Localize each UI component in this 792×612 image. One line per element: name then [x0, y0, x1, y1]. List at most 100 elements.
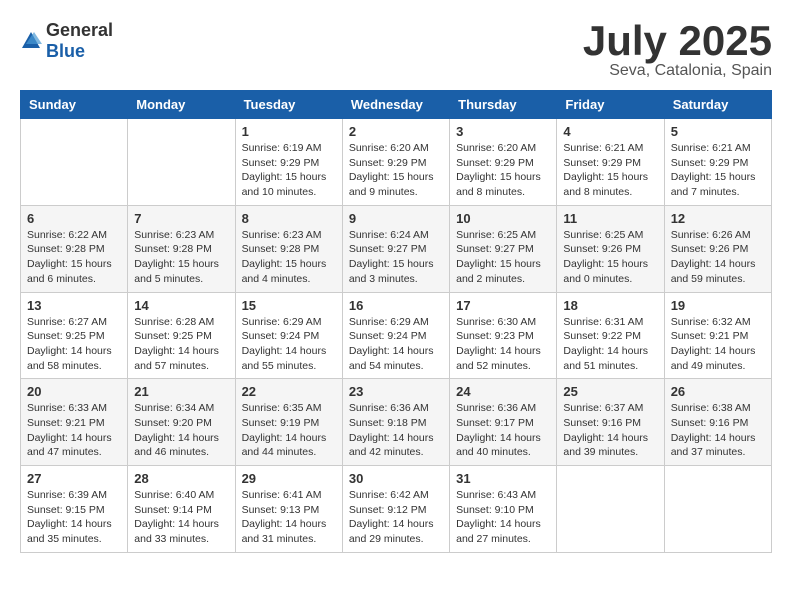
day-info: Sunrise: 6:28 AM Sunset: 9:25 PM Dayligh…	[134, 315, 228, 374]
calendar-cell: 21 Sunrise: 6:34 AM Sunset: 9:20 PM Dayli…	[128, 379, 235, 466]
day-info: Sunrise: 6:22 AM Sunset: 9:28 PM Dayligh…	[27, 228, 121, 287]
calendar-cell: 23 Sunrise: 6:36 AM Sunset: 9:18 PM Dayli…	[342, 379, 449, 466]
day-number: 31	[456, 471, 550, 486]
calendar-week-2: 6 Sunrise: 6:22 AM Sunset: 9:28 PM Daylig…	[21, 205, 772, 292]
day-number: 11	[563, 211, 657, 226]
calendar-cell: 1 Sunrise: 6:19 AM Sunset: 9:29 PM Daylig…	[235, 119, 342, 206]
calendar-cell	[664, 466, 771, 553]
day-info: Sunrise: 6:29 AM Sunset: 9:24 PM Dayligh…	[349, 315, 443, 374]
calendar-cell: 13Sunrise: 6:27 AM Sunset: 9:25 PM Dayli…	[21, 292, 128, 379]
day-number: 5	[671, 124, 765, 139]
day-number: 8	[242, 211, 336, 226]
day-info: Sunrise: 6:29 AM Sunset: 9:24 PM Dayligh…	[242, 315, 336, 374]
calendar-cell: 18Sunrise: 6:31 AM Sunset: 9:22 PM Dayli…	[557, 292, 664, 379]
calendar-week-5: 27 Sunrise: 6:39 AM Sunset: 9:15 PM Dayli…	[21, 466, 772, 553]
day-info: Sunrise: 6:38 AM Sunset: 9:16 PM Dayligh…	[671, 401, 765, 460]
weekday-header-sunday: Sunday	[21, 91, 128, 119]
calendar-cell: 22 Sunrise: 6:35 AM Sunset: 9:19 PM Dayli…	[235, 379, 342, 466]
day-info: Sunrise: 6:19 AM Sunset: 9:29 PM Dayligh…	[242, 141, 336, 200]
logo-general-text: General	[46, 20, 113, 40]
day-number: 3	[456, 124, 550, 139]
day-number: 25	[563, 384, 657, 399]
calendar-cell: 17Sunrise: 6:30 AM Sunset: 9:23 PM Dayli…	[450, 292, 557, 379]
day-number: 16	[349, 298, 443, 313]
day-number: 28	[134, 471, 228, 486]
day-info: Sunrise: 6:33 AM Sunset: 9:21 PM Dayligh…	[27, 401, 121, 460]
calendar-cell: 10Sunrise: 6:25 AM Sunset: 9:27 PM Dayli…	[450, 205, 557, 292]
day-number: 23	[349, 384, 443, 399]
calendar-cell	[128, 119, 235, 206]
calendar-cell: 26 Sunrise: 6:38 AM Sunset: 9:16 PM Dayli…	[664, 379, 771, 466]
day-info: Sunrise: 6:24 AM Sunset: 9:27 PM Dayligh…	[349, 228, 443, 287]
day-number: 22	[242, 384, 336, 399]
calendar-cell: 20Sunrise: 6:33 AM Sunset: 9:21 PM Dayli…	[21, 379, 128, 466]
day-number: 27	[27, 471, 121, 486]
day-info: Sunrise: 6:21 AM Sunset: 9:29 PM Dayligh…	[671, 141, 765, 200]
day-info: Sunrise: 6:23 AM Sunset: 9:28 PM Dayligh…	[242, 228, 336, 287]
calendar: SundayMondayTuesdayWednesdayThursdayFrid…	[20, 90, 772, 553]
day-number: 30	[349, 471, 443, 486]
calendar-cell: 30 Sunrise: 6:42 AM Sunset: 9:12 PM Dayli…	[342, 466, 449, 553]
weekday-header-monday: Monday	[128, 91, 235, 119]
day-info: Sunrise: 6:32 AM Sunset: 9:21 PM Dayligh…	[671, 315, 765, 374]
calendar-cell: 27 Sunrise: 6:39 AM Sunset: 9:15 PM Dayli…	[21, 466, 128, 553]
day-info: Sunrise: 6:34 AM Sunset: 9:20 PM Dayligh…	[134, 401, 228, 460]
calendar-cell: 11 Sunrise: 6:25 AM Sunset: 9:26 PM Dayli…	[557, 205, 664, 292]
day-info: Sunrise: 6:35 AM Sunset: 9:19 PM Dayligh…	[242, 401, 336, 460]
calendar-cell: 9 Sunrise: 6:24 AM Sunset: 9:27 PM Daylig…	[342, 205, 449, 292]
calendar-cell: 25 Sunrise: 6:37 AM Sunset: 9:16 PM Dayli…	[557, 379, 664, 466]
calendar-week-1: 1 Sunrise: 6:19 AM Sunset: 9:29 PM Daylig…	[21, 119, 772, 206]
day-info: Sunrise: 6:39 AM Sunset: 9:15 PM Dayligh…	[27, 488, 121, 547]
weekday-header-saturday: Saturday	[664, 91, 771, 119]
logo-icon	[20, 30, 42, 52]
day-info: Sunrise: 6:43 AM Sunset: 9:10 PM Dayligh…	[456, 488, 550, 547]
day-number: 21	[134, 384, 228, 399]
calendar-cell: 16 Sunrise: 6:29 AM Sunset: 9:24 PM Dayli…	[342, 292, 449, 379]
day-number: 24	[456, 384, 550, 399]
day-number: 7	[134, 211, 228, 226]
calendar-cell: 7Sunrise: 6:23 AM Sunset: 9:28 PM Daylig…	[128, 205, 235, 292]
day-number: 29	[242, 471, 336, 486]
day-number: 4	[563, 124, 657, 139]
day-number: 15	[242, 298, 336, 313]
day-number: 1	[242, 124, 336, 139]
day-info: Sunrise: 6:36 AM Sunset: 9:18 PM Dayligh…	[349, 401, 443, 460]
day-number: 26	[671, 384, 765, 399]
header: General Blue July 2025 Seva, Catalonia, …	[20, 20, 772, 80]
day-number: 10	[456, 211, 550, 226]
calendar-week-4: 20Sunrise: 6:33 AM Sunset: 9:21 PM Dayli…	[21, 379, 772, 466]
day-number: 13	[27, 298, 121, 313]
day-number: 19	[671, 298, 765, 313]
day-info: Sunrise: 6:20 AM Sunset: 9:29 PM Dayligh…	[456, 141, 550, 200]
calendar-cell: 29Sunrise: 6:41 AM Sunset: 9:13 PM Dayli…	[235, 466, 342, 553]
calendar-cell: 5 Sunrise: 6:21 AM Sunset: 9:29 PM Daylig…	[664, 119, 771, 206]
calendar-cell: 4 Sunrise: 6:21 AM Sunset: 9:29 PM Daylig…	[557, 119, 664, 206]
weekday-header-friday: Friday	[557, 91, 664, 119]
day-number: 14	[134, 298, 228, 313]
calendar-cell: 15 Sunrise: 6:29 AM Sunset: 9:24 PM Dayli…	[235, 292, 342, 379]
day-info: Sunrise: 6:37 AM Sunset: 9:16 PM Dayligh…	[563, 401, 657, 460]
day-info: Sunrise: 6:42 AM Sunset: 9:12 PM Dayligh…	[349, 488, 443, 547]
calendar-cell: 6 Sunrise: 6:22 AM Sunset: 9:28 PM Daylig…	[21, 205, 128, 292]
day-info: Sunrise: 6:25 AM Sunset: 9:26 PM Dayligh…	[563, 228, 657, 287]
day-number: 6	[27, 211, 121, 226]
day-info: Sunrise: 6:20 AM Sunset: 9:29 PM Dayligh…	[349, 141, 443, 200]
day-number: 12	[671, 211, 765, 226]
calendar-cell: 19 Sunrise: 6:32 AM Sunset: 9:21 PM Dayli…	[664, 292, 771, 379]
calendar-cell	[21, 119, 128, 206]
weekday-header-tuesday: Tuesday	[235, 91, 342, 119]
day-number: 2	[349, 124, 443, 139]
weekday-header-wednesday: Wednesday	[342, 91, 449, 119]
calendar-cell: 24 Sunrise: 6:36 AM Sunset: 9:17 PM Dayli…	[450, 379, 557, 466]
day-info: Sunrise: 6:21 AM Sunset: 9:29 PM Dayligh…	[563, 141, 657, 200]
calendar-cell: 14 Sunrise: 6:28 AM Sunset: 9:25 PM Dayli…	[128, 292, 235, 379]
calendar-cell	[557, 466, 664, 553]
calendar-cell: 12Sunrise: 6:26 AM Sunset: 9:26 PM Dayli…	[664, 205, 771, 292]
calendar-cell: 3 Sunrise: 6:20 AM Sunset: 9:29 PM Daylig…	[450, 119, 557, 206]
day-info: Sunrise: 6:36 AM Sunset: 9:17 PM Dayligh…	[456, 401, 550, 460]
day-number: 9	[349, 211, 443, 226]
calendar-body: 1 Sunrise: 6:19 AM Sunset: 9:29 PM Daylig…	[21, 119, 772, 553]
logo-blue-text: Blue	[46, 41, 85, 61]
calendar-cell: 8 Sunrise: 6:23 AM Sunset: 9:28 PM Daylig…	[235, 205, 342, 292]
day-info: Sunrise: 6:40 AM Sunset: 9:14 PM Dayligh…	[134, 488, 228, 547]
